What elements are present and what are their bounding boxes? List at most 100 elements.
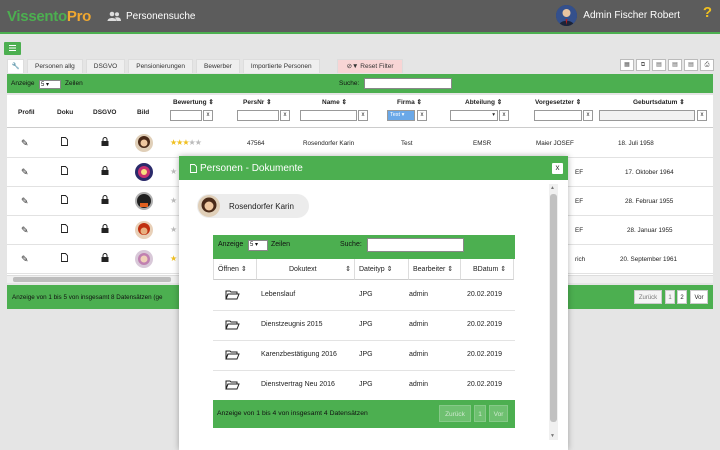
modal-page-1-button[interactable]: 1 — [474, 405, 486, 422]
filter-vorgesetzter[interactable] — [534, 110, 582, 121]
filter-abteilung-select[interactable]: ▾ — [450, 110, 498, 121]
col-bild[interactable]: Bild — [137, 109, 149, 116]
col-oeffnen[interactable]: Öffnen ⇕ — [213, 259, 257, 280]
col-name[interactable]: Name ⇕ — [322, 98, 347, 106]
avatar[interactable] — [135, 250, 153, 268]
document-icon[interactable] — [61, 137, 68, 148]
user-menu[interactable]: Admin Fischer Robert — [556, 5, 680, 26]
modal-prev-page-button[interactable]: Zurück — [439, 405, 471, 422]
col-persnr[interactable]: PersNr ⇕ — [243, 98, 272, 106]
modal-vertical-scrollbar[interactable]: ▲ ▼ — [549, 184, 558, 440]
print-icon[interactable]: ⎙ — [700, 59, 714, 71]
filter-firma-clear[interactable]: x — [417, 110, 427, 121]
tab-importierte-personen[interactable]: Importierte Personen — [242, 59, 320, 73]
col-dsgvo[interactable]: DSGVO — [93, 109, 116, 116]
filter-abteilung-clear[interactable]: x — [499, 110, 509, 121]
document-icon[interactable] — [61, 166, 68, 177]
col-dateityp[interactable]: Dateityp ⇕ — [355, 259, 409, 280]
filter-bewertung[interactable] — [170, 110, 202, 121]
col-bewertung[interactable]: Bewertung ⇕ — [173, 98, 214, 106]
copy-icon[interactable]: ⧉ — [636, 59, 650, 71]
filter-firma-select[interactable]: Test ▾ — [387, 110, 415, 121]
col-bearbeiter[interactable]: Bearbeiter ⇕ — [409, 259, 461, 280]
tab-bewerber[interactable]: Bewerber — [196, 59, 240, 73]
open-folder-icon[interactable] — [225, 320, 240, 332]
table-row[interactable]: ✎ ★★★★★ 47564 Rosendorfer Karin Test EMS… — [7, 129, 713, 158]
rating-stars[interactable]: ★★★★★ — [170, 138, 202, 147]
module-nav-personensuche[interactable]: Personensuche — [107, 11, 195, 22]
filter-vorgesetzter-clear[interactable]: x — [583, 110, 593, 121]
search-input[interactable] — [364, 78, 452, 89]
scroll-up-arrow[interactable]: ▲ — [550, 185, 555, 191]
col-bdatum[interactable]: BDatum ⇕ — [461, 259, 514, 280]
col-vorgesetzter[interactable]: Vorgesetzter ⇕ — [535, 98, 581, 106]
modal-page-size-select[interactable]: 5 ▾ — [248, 240, 268, 251]
col-firma[interactable]: Firma ⇕ — [397, 98, 422, 106]
col-doku[interactable]: Doku — [57, 109, 73, 116]
document-icon[interactable] — [61, 253, 68, 264]
tab-personen-allg[interactable]: Personen allg — [27, 59, 83, 73]
scrollbar-thumb[interactable] — [13, 277, 171, 282]
document-icon[interactable] — [61, 224, 68, 235]
document-row[interactable]: Karenzbestätigung 2016 JPG admin 20.02.2… — [213, 341, 515, 371]
help-icon[interactable]: ? — [703, 4, 712, 21]
col-dokutext[interactable]: Dokutext ⇕ — [257, 259, 355, 280]
avatar[interactable] — [135, 134, 153, 152]
col-abteilung[interactable]: Abteilung ⇕ — [465, 98, 502, 106]
document-icon[interactable] — [61, 195, 68, 206]
page-size-label: Anzeige — [11, 80, 35, 87]
open-folder-icon[interactable] — [225, 290, 240, 302]
modal-next-page-button[interactable]: Vor — [489, 405, 508, 422]
page-2-button[interactable]: 2 — [677, 290, 687, 304]
rating-stars[interactable]: ★ — [170, 167, 177, 176]
filter-name[interactable] — [300, 110, 357, 121]
col-geburtsdatum[interactable]: Geburtsdatum ⇕ — [633, 98, 685, 106]
edit-icon[interactable]: ✎ — [21, 254, 29, 265]
page-1-button[interactable]: 1 — [665, 290, 675, 304]
modal-search-input[interactable] — [367, 238, 464, 252]
page-size-select[interactable]: 5 ▾ — [39, 80, 61, 89]
filter-geburtsdatum-clear[interactable]: x — [697, 110, 707, 121]
rating-stars[interactable]: ★ — [170, 225, 177, 234]
rating-stars[interactable]: ★ — [170, 196, 177, 205]
filter-geburtsdatum-range[interactable] — [599, 110, 695, 121]
firma-cell: Test — [401, 140, 413, 147]
prev-page-button[interactable]: Zurück — [634, 290, 662, 304]
filter-bewertung-clear[interactable]: x — [203, 110, 213, 121]
open-folder-icon[interactable] — [225, 350, 240, 362]
open-folder-icon[interactable] — [225, 380, 240, 392]
pdf-icon[interactable]: ▤ — [684, 59, 698, 71]
hamburger-menu-button[interactable] — [4, 42, 21, 55]
reset-filter-button[interactable]: ⊘▼ Reset Filter — [336, 59, 404, 73]
filter-name-clear[interactable]: x — [358, 110, 368, 121]
tab-dsgvo[interactable]: DSGVO — [85, 59, 126, 73]
modal-close-button[interactable]: x — [552, 163, 563, 174]
edit-icon[interactable]: ✎ — [21, 196, 29, 207]
document-row[interactable]: Dienstzeugnis 2015 JPG admin 20.02.2019 — [213, 311, 515, 341]
tab-pensionierungen[interactable]: Pensionierungen — [128, 59, 194, 73]
scroll-down-arrow[interactable]: ▼ — [550, 433, 555, 439]
document-row[interactable]: Lebenslauf JPG admin 20.02.2019 — [213, 281, 515, 311]
edit-icon[interactable]: ✎ — [21, 225, 29, 236]
vorgesetzter-cell: EF — [575, 227, 584, 234]
modal-header: Personen - Dokumente — [179, 156, 568, 180]
list-controls: Anzeige 5 ▾ Zeilen Suche: — [7, 74, 713, 93]
avatar[interactable] — [135, 192, 153, 210]
edit-icon[interactable]: ✎ — [21, 167, 29, 178]
document-row[interactable]: Dienstvertrag Neu 2016 JPG admin 20.02.2… — [213, 371, 515, 401]
edit-icon[interactable]: ✎ — [21, 138, 29, 149]
avatar[interactable] — [135, 163, 153, 181]
next-page-button[interactable]: Vor — [690, 290, 708, 304]
avatar[interactable] — [135, 221, 153, 239]
rating-stars[interactable]: ★ — [170, 254, 177, 263]
csv-icon[interactable]: ▤ — [652, 59, 666, 71]
excel-icon[interactable]: ▤ — [668, 59, 682, 71]
modal-scrollbar-thumb[interactable] — [550, 194, 557, 422]
geburtsdatum-cell: 20. September 1961 — [620, 256, 678, 263]
columns-icon[interactable]: ▦ — [620, 59, 634, 71]
filter-persnr[interactable] — [237, 110, 279, 121]
col-profil[interactable]: Profil — [18, 109, 35, 116]
filter-persnr-clear[interactable]: x — [280, 110, 290, 121]
tab-tools[interactable]: 🔧 — [7, 59, 24, 73]
app-logo[interactable]: VissentoPro — [7, 8, 91, 25]
